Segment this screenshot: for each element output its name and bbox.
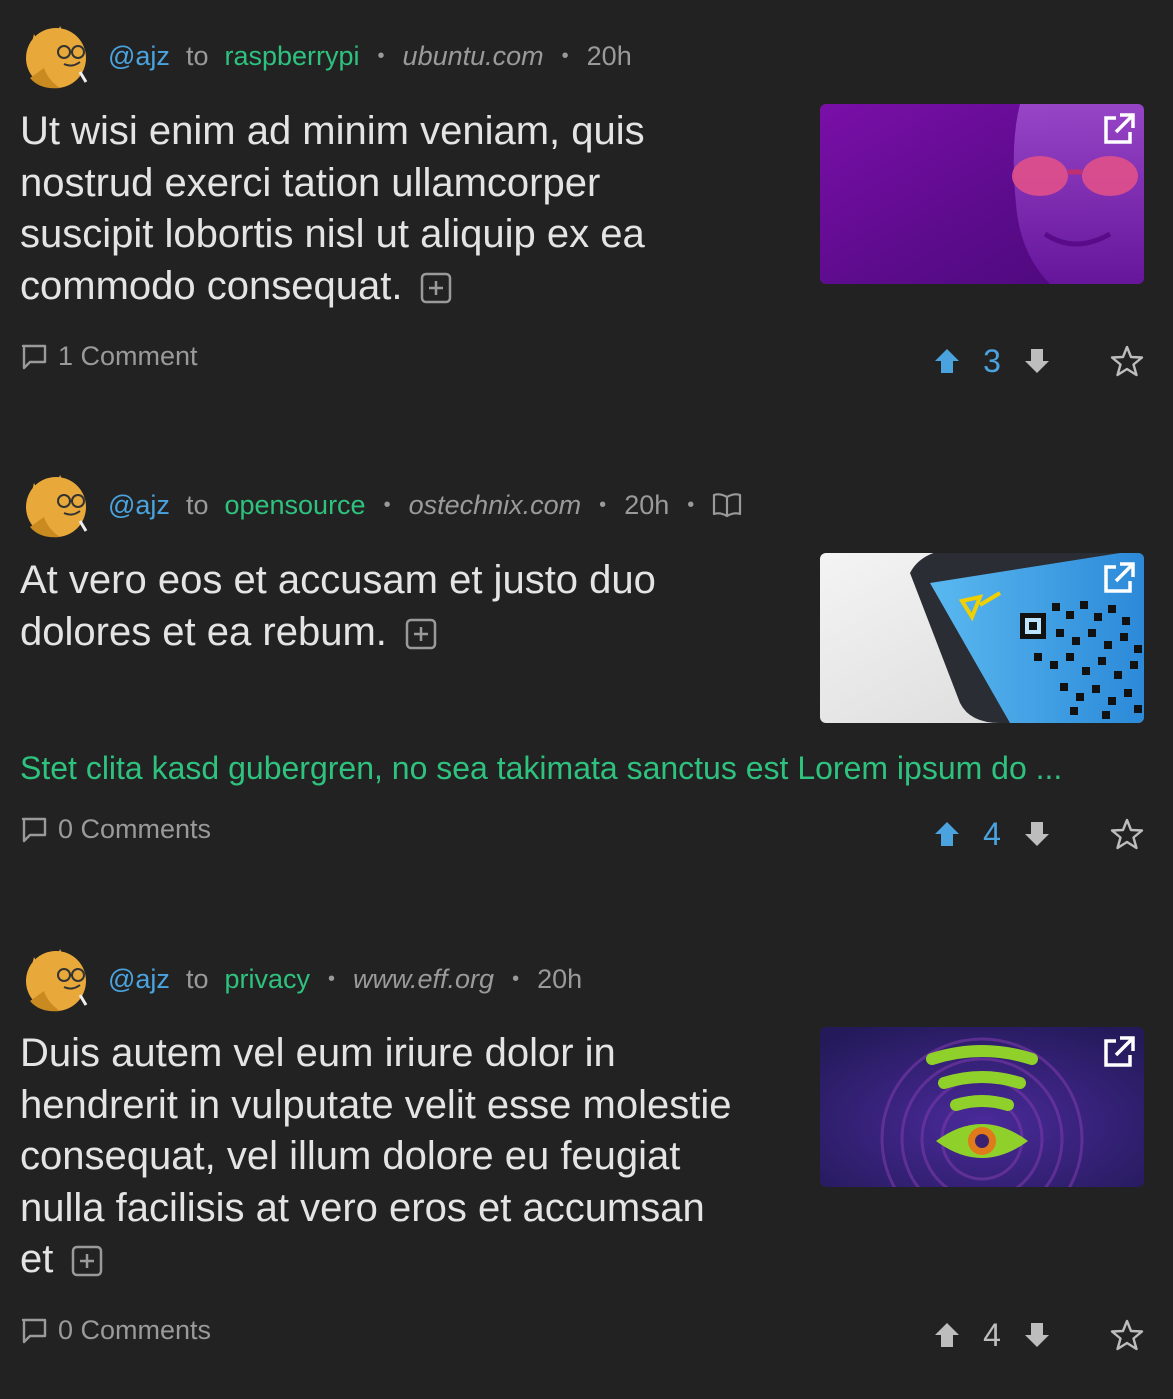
external-link-icon[interactable] bbox=[1098, 559, 1138, 599]
timestamp: 20h bbox=[537, 963, 583, 994]
comments-link[interactable]: 0 Comments bbox=[20, 1315, 211, 1346]
vote-score: 4 bbox=[983, 815, 1001, 852]
thumbnail-image[interactable] bbox=[820, 1027, 1144, 1187]
post-title-text[interactable]: At vero eos et accusam et justo duo dolo… bbox=[20, 558, 656, 654]
community-link[interactable]: privacy bbox=[224, 964, 310, 995]
vote-score: 3 bbox=[983, 342, 1001, 379]
comment-count[interactable]: 1 Comment bbox=[58, 341, 198, 372]
upvote-icon[interactable] bbox=[932, 1320, 962, 1350]
domain-link[interactable]: ubuntu.com bbox=[403, 41, 544, 72]
upvote-icon[interactable] bbox=[932, 346, 962, 376]
separator-dot: • bbox=[383, 493, 391, 516]
expand-icon[interactable] bbox=[420, 272, 452, 304]
timestamp: 20h bbox=[624, 489, 670, 520]
to-label: to bbox=[185, 40, 209, 71]
community-link[interactable]: opensource bbox=[224, 490, 365, 521]
comment-count[interactable]: 0 Comments bbox=[58, 1315, 211, 1346]
timestamp: 20h bbox=[586, 40, 632, 71]
post-thumbnail[interactable] bbox=[820, 104, 1144, 284]
thumbnail-image[interactable] bbox=[820, 553, 1144, 723]
external-link-icon[interactable] bbox=[1098, 1033, 1138, 1073]
comment-count[interactable]: 0 Comments bbox=[58, 814, 211, 845]
downvote-icon[interactable] bbox=[1022, 819, 1052, 849]
thumbnail-image[interactable] bbox=[820, 104, 1144, 284]
upvote-icon[interactable] bbox=[932, 819, 962, 849]
domain-link[interactable]: www.eff.org bbox=[353, 964, 494, 995]
post-title-text[interactable]: Duis autem vel eum iriure dolor in hendr… bbox=[20, 1031, 731, 1281]
comment-icon bbox=[20, 816, 48, 844]
vote-controls: 4 bbox=[932, 814, 1144, 854]
post-meta: @ajz to raspberrypi • ubuntu.com • 20h bbox=[20, 16, 632, 96]
separator-dot: • bbox=[687, 493, 695, 516]
user-link[interactable]: @ajz bbox=[108, 41, 170, 72]
post-thumbnail[interactable] bbox=[820, 1027, 1144, 1187]
downvote-icon[interactable] bbox=[1022, 346, 1052, 376]
comments-link[interactable]: 0 Comments bbox=[20, 814, 211, 845]
to-label: to bbox=[185, 963, 209, 994]
to-label: to bbox=[185, 489, 209, 520]
avatar[interactable] bbox=[20, 469, 92, 541]
user-link[interactable]: @ajz bbox=[108, 490, 170, 521]
post-thumbnail[interactable] bbox=[820, 553, 1144, 723]
external-link-icon[interactable] bbox=[1098, 110, 1138, 150]
avatar[interactable] bbox=[20, 943, 92, 1015]
avatar[interactable] bbox=[20, 20, 92, 92]
comment-icon bbox=[20, 343, 48, 371]
downvote-icon[interactable] bbox=[1022, 1320, 1052, 1350]
separator-dot: • bbox=[599, 493, 607, 516]
post-footer: 0 Comments 4 bbox=[20, 1315, 1144, 1355]
post-title[interactable]: Ut wisi enim ad minim veniam, quis nostr… bbox=[20, 106, 740, 312]
post-body-preview[interactable]: Stet clita kasd gubergren, no sea takima… bbox=[20, 750, 1140, 787]
separator-dot: • bbox=[512, 967, 520, 990]
post-title-text[interactable]: Ut wisi enim ad minim veniam, quis nostr… bbox=[20, 109, 645, 308]
separator-dot: • bbox=[561, 44, 569, 67]
vote-controls: 3 bbox=[932, 341, 1144, 381]
user-link[interactable]: @ajz bbox=[108, 964, 170, 995]
community-link[interactable]: raspberrypi bbox=[224, 41, 359, 72]
vote-score: 4 bbox=[983, 1316, 1001, 1353]
separator-dot: • bbox=[377, 44, 385, 67]
domain-link[interactable]: ostechnix.com bbox=[409, 490, 582, 521]
save-star-icon[interactable] bbox=[1110, 1318, 1144, 1352]
save-star-icon[interactable] bbox=[1110, 344, 1144, 378]
post-title[interactable]: At vero eos et accusam et justo duo dolo… bbox=[20, 555, 740, 658]
post-meta: @ajz to privacy • www.eff.org • 20h bbox=[20, 939, 582, 1019]
expand-icon[interactable] bbox=[405, 618, 437, 650]
comment-icon bbox=[20, 1317, 48, 1345]
post-footer: 1 Comment 3 bbox=[20, 341, 1144, 381]
post-footer: 0 Comments 4 bbox=[20, 814, 1144, 854]
save-star-icon[interactable] bbox=[1110, 817, 1144, 851]
vote-controls: 4 bbox=[932, 1315, 1144, 1355]
expand-icon[interactable] bbox=[71, 1245, 103, 1277]
separator-dot: • bbox=[328, 967, 336, 990]
post-title[interactable]: Duis autem vel eum iriure dolor in hendr… bbox=[20, 1028, 740, 1286]
comments-link[interactable]: 1 Comment bbox=[20, 341, 198, 372]
post-meta: @ajz to opensource • ostechnix.com • 20h… bbox=[20, 465, 742, 545]
book-icon[interactable] bbox=[712, 492, 742, 518]
